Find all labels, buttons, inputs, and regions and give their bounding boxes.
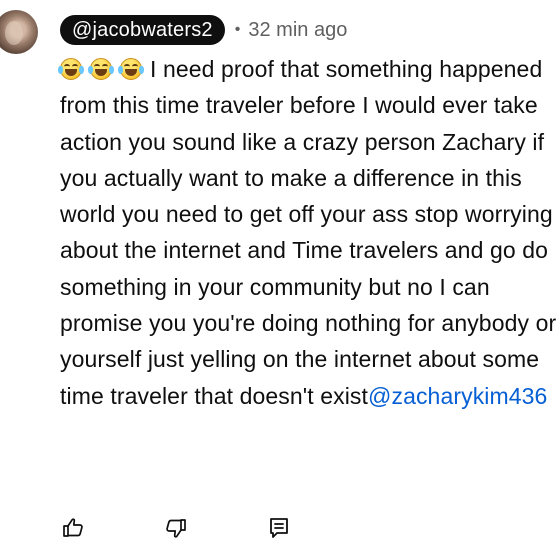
thumbs-down-icon xyxy=(166,519,186,538)
comment-body: I need proof that something happened fro… xyxy=(60,56,557,409)
face-with-tears-of-joy-icon xyxy=(58,58,84,80)
comment-timestamp[interactable]: 32 min ago xyxy=(248,19,347,42)
thumbs-up-icon xyxy=(63,518,83,537)
avatar-image xyxy=(5,21,23,45)
comment-header: @jacobwaters2 • 32 min ago xyxy=(60,14,347,46)
comment-card: @jacobwaters2 • 32 min ago I need proof … xyxy=(0,0,560,560)
like-button[interactable] xyxy=(60,515,86,541)
comment-actions xyxy=(60,514,292,542)
comment-text: I need proof that something happened fro… xyxy=(58,51,558,414)
dislike-button[interactable] xyxy=(163,515,189,541)
author-handle[interactable]: @jacobwaters2 xyxy=(60,15,225,45)
face-with-tears-of-joy-icon xyxy=(88,58,114,80)
emoji-row xyxy=(58,58,144,80)
reply-comment-icon xyxy=(270,518,288,538)
meta-separator: • xyxy=(234,21,241,38)
reply-button[interactable] xyxy=(266,515,292,541)
avatar[interactable] xyxy=(0,10,38,54)
face-with-tears-of-joy-icon xyxy=(118,58,144,80)
mention-link[interactable]: @zacharykim436 xyxy=(368,383,547,409)
